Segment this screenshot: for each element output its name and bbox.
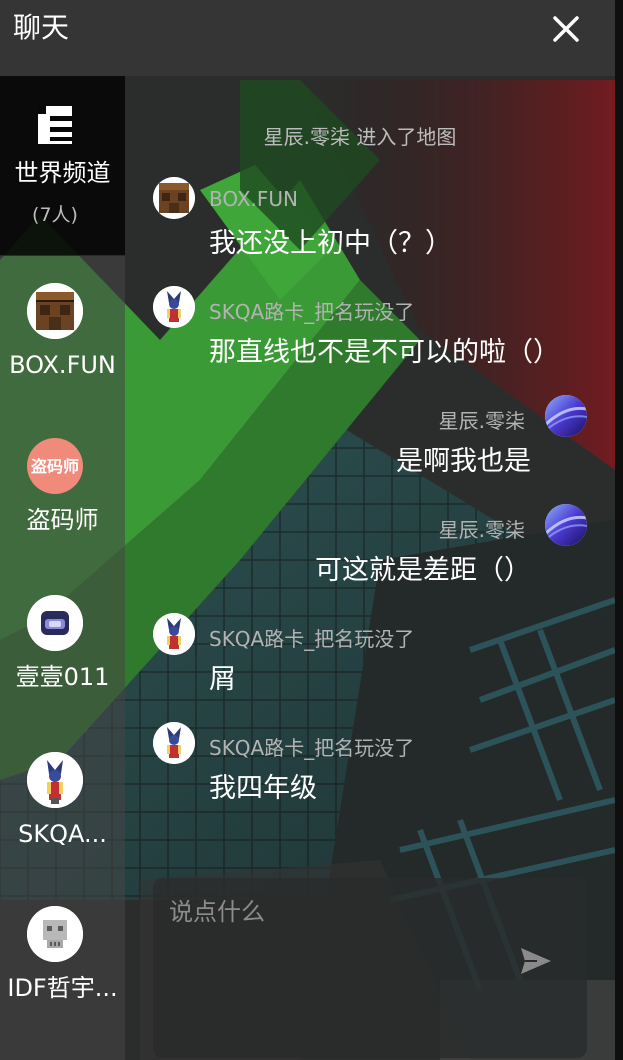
sender-name: SKQA路卡_把名玩没了	[209, 300, 415, 324]
pokemon-avatar	[27, 752, 83, 808]
chat-message: BOX.FUN 我还没上初中（？）	[125, 177, 615, 267]
send-button[interactable]	[519, 946, 553, 976]
sidebar-item-label: SKQA...	[18, 820, 107, 848]
sender-name: 星辰.零柒	[438, 518, 525, 542]
message-text: 可这就是差距（）	[315, 555, 531, 586]
crafting-table-avatar[interactable]	[153, 177, 195, 219]
message-text: 我还没上初中（？）	[209, 228, 452, 259]
pokemon-avatar[interactable]	[153, 286, 195, 328]
window-edge	[615, 0, 623, 1060]
sidebar-item-label: BOX.FUN	[9, 351, 116, 379]
sidebar-item-box-fun[interactable]: BOX.FUN	[0, 283, 125, 393]
channel-icon	[38, 106, 72, 144]
daomashi-logo-avatar: 盗码师	[27, 438, 83, 494]
sidebar-item-world-channel[interactable]: 世界频道 (7人)	[0, 76, 125, 256]
chat-message: 星辰.零柒 是啊我也是	[125, 395, 615, 485]
sender-name: 星辰.零柒	[438, 409, 525, 433]
message-input[interactable]	[169, 892, 499, 932]
sidebar-item-skqa[interactable]: SKQA...	[0, 752, 125, 862]
skull-avatar	[27, 906, 83, 962]
sender-name: BOX.FUN	[209, 187, 298, 211]
galaxy-avatar[interactable]	[545, 395, 587, 437]
sidebar-item-daomashi[interactable]: 盗码师 盗码师	[0, 438, 125, 548]
sidebar-item-label: 世界频道	[14, 159, 111, 187]
chat-message: SKQA路卡_把名玩没了 屑	[125, 613, 615, 703]
send-icon	[521, 948, 551, 974]
sender-name: SKQA路卡_把名玩没了	[209, 736, 415, 760]
crafting-table-avatar	[27, 283, 83, 339]
message-text: 是啊我也是	[396, 446, 531, 477]
chat-message: SKQA路卡_把名玩没了 那直线也不是不可以的啦（）	[125, 286, 615, 376]
sidebar-item-label: 壹壹011	[15, 663, 110, 691]
sidebar-item-yiyi011[interactable]: 壹壹011	[0, 595, 125, 705]
pokemon-avatar[interactable]	[153, 613, 195, 655]
sidebar-item-label: IDF哲宇...	[7, 974, 118, 1002]
sidebar: BOX.FUN 盗码师 盗码师 壹壹011 SKQA... IDF哲宇...	[0, 255, 125, 1060]
close-icon	[553, 16, 579, 42]
close-button[interactable]	[545, 8, 587, 50]
chest-avatar	[27, 595, 83, 651]
member-count: (7人)	[32, 204, 78, 226]
sidebar-item-label: 盗码师	[26, 506, 99, 534]
pokemon-avatar[interactable]	[153, 722, 195, 764]
message-composer	[153, 878, 587, 1058]
page-title: 聊天	[13, 11, 70, 44]
sender-name: SKQA路卡_把名玩没了	[209, 627, 415, 651]
message-text: 屑	[209, 664, 236, 695]
galaxy-avatar[interactable]	[545, 504, 587, 546]
chat-message: 星辰.零柒 可这就是差距（）	[125, 504, 615, 594]
sidebar-item-idf[interactable]: IDF哲宇...	[0, 906, 125, 1016]
message-text: 那直线也不是不可以的啦（）	[209, 337, 560, 368]
system-message: 星辰.零柒 进入了地图	[263, 125, 457, 149]
message-text: 我四年级	[209, 773, 317, 804]
chat-header: 聊天	[0, 0, 615, 76]
chat-message: SKQA路卡_把名玩没了 我四年级	[125, 722, 615, 812]
